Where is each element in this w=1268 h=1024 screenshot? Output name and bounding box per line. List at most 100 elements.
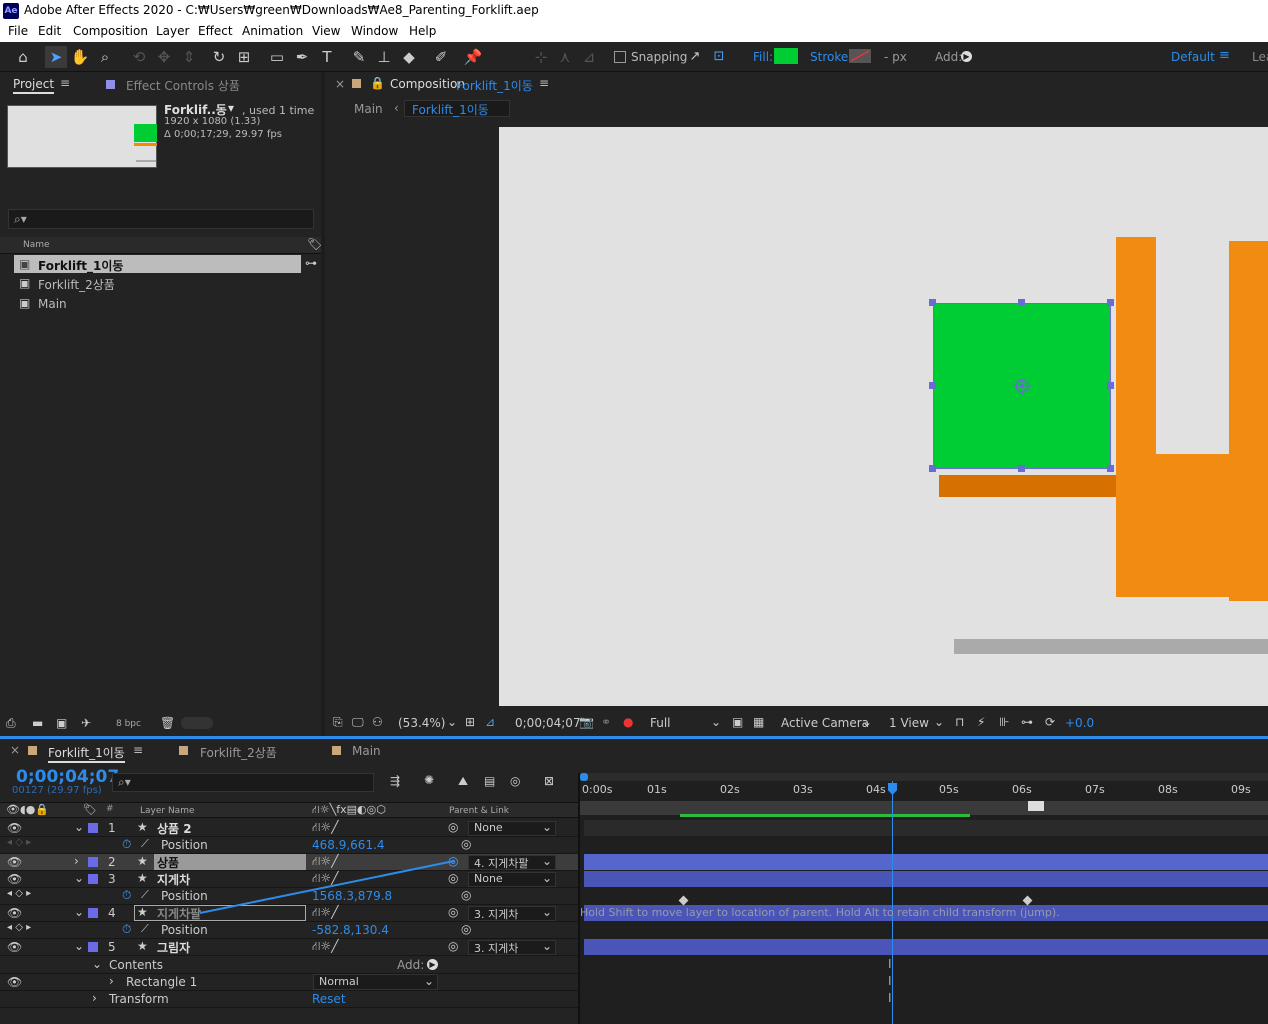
chevron-down-icon[interactable]: ⌄ — [862, 715, 872, 729]
stroke-label[interactable]: Stroke: — [810, 50, 852, 64]
bit-depth[interactable]: 8 bpc — [116, 719, 141, 729]
handle[interactable] — [929, 299, 936, 306]
menu-effect[interactable]: Effect — [198, 24, 233, 38]
handle[interactable] — [929, 382, 936, 389]
menu-window[interactable]: Window — [351, 24, 398, 38]
vr-icon[interactable]: ⚇ — [372, 715, 383, 729]
puppet-pin-tool-icon[interactable]: 📌 — [462, 46, 484, 68]
anchor-point-icon[interactable] — [1012, 376, 1032, 396]
time-ruler[interactable]: 0:00s 01s 02s 03s 04s 05s 06s 07s 08s 09s — [580, 781, 1268, 801]
channel-icon[interactable]: ● — [623, 715, 633, 729]
work-area-bar[interactable] — [580, 773, 1268, 781]
crumb-current[interactable]: Forklift_1이동 — [412, 101, 489, 118]
layer-duration-bar[interactable] — [584, 854, 1268, 870]
col-name[interactable]: Name — [23, 240, 50, 250]
interpret-footage-icon[interactable]: ⎙ — [6, 716, 16, 731]
label-tag-icon[interactable]: 🏷 — [307, 237, 322, 251]
fill-swatch[interactable] — [774, 48, 798, 64]
chevron-down-icon[interactable]: ⌄ — [711, 715, 721, 729]
add-play-icon[interactable]: ▶ — [961, 51, 972, 62]
transparency-grid-icon[interactable]: ▦ — [753, 715, 764, 729]
handle[interactable] — [1018, 465, 1025, 472]
workspace-next[interactable]: Lea — [1252, 50, 1268, 64]
handle[interactable] — [1018, 299, 1025, 306]
workspace-menu-icon[interactable]: ≡ — [1219, 48, 1230, 63]
close-tab-icon[interactable]: × — [335, 77, 345, 91]
eraser-tool-icon[interactable]: ◆ — [398, 46, 420, 68]
comp-tab-name[interactable]: Forklift_1이동 — [456, 77, 533, 94]
snapping-checkbox[interactable] — [614, 51, 626, 63]
stroke-swatch[interactable] — [848, 48, 872, 64]
project-item-forklift1[interactable]: Forklift_1이동 — [38, 257, 123, 274]
toggle-pixel-icon[interactable]: ⊓ — [955, 715, 964, 729]
camera-select[interactable]: Active Camera — [781, 716, 869, 730]
project-settings-icon[interactable]: ✈ — [81, 716, 91, 730]
comp-tab-prefix[interactable]: Composition — [390, 77, 465, 91]
forklift-fork-shape[interactable] — [939, 475, 1119, 497]
snap-edge-icon[interactable]: ↗ — [684, 46, 706, 68]
brush-tool-icon[interactable]: ✎ — [348, 46, 370, 68]
layer-duration-bar[interactable] — [584, 871, 1268, 887]
chevron-down-icon[interactable]: ⌄ — [447, 715, 457, 729]
flowchart-icon[interactable]: ⊶ — [305, 256, 317, 270]
home-icon[interactable]: ⌂ — [12, 46, 34, 68]
world-axis-icon[interactable]: ⋏ — [554, 46, 576, 68]
view-layout-select[interactable]: 1 View — [889, 716, 929, 730]
mask-visibility-icon[interactable]: ⊿ — [485, 715, 495, 729]
project-search-input[interactable]: ⌕▾ — [8, 209, 314, 229]
menu-composition[interactable]: Composition — [73, 24, 148, 38]
handle[interactable] — [929, 465, 936, 472]
safe-zones-icon[interactable]: ⊞ — [465, 715, 475, 729]
type-tool-icon[interactable]: T — [316, 46, 338, 68]
roto-brush-tool-icon[interactable]: ✐ — [430, 46, 452, 68]
layer-duration-bar[interactable] — [584, 939, 1268, 955]
menu-layer[interactable]: Layer — [156, 24, 189, 38]
keyframe-icon[interactable] — [1022, 895, 1033, 906]
view-axis-icon[interactable]: ⊿ — [578, 46, 600, 68]
handle[interactable] — [1107, 299, 1114, 306]
snap-feature-icon[interactable]: ⊡ — [708, 46, 730, 68]
monitor-icon[interactable]: 🖵 — [352, 715, 364, 730]
selection-tool-icon[interactable]: ➤ — [45, 46, 67, 68]
resolution-select[interactable]: Full — [650, 716, 671, 730]
project-item-forklift2[interactable]: Forklift_2상품 — [38, 276, 115, 293]
dolly-tool-icon[interactable]: ⇕ — [178, 46, 200, 68]
anchor-tool-icon[interactable]: ⊞ — [233, 46, 255, 68]
comp-dropdown-icon[interactable]: ▾ — [228, 101, 234, 115]
marker-icon[interactable] — [1028, 801, 1044, 811]
rotation-tool-icon[interactable]: ↻ — [208, 46, 230, 68]
project-menu-icon[interactable]: ≡ — [60, 76, 70, 90]
rectangle-tool-icon[interactable]: ▭ — [266, 46, 288, 68]
handle[interactable] — [1107, 382, 1114, 389]
layer-duration-bar[interactable] — [584, 820, 1268, 836]
trash-icon[interactable]: 🗑 — [160, 716, 175, 730]
crumb-main[interactable]: Main — [354, 102, 383, 116]
time-graph[interactable]: 0:00s 01s 02s 03s 04s 05s 06s 07s 08s 09s III — [580, 773, 1268, 1024]
zoom-tool-icon[interactable]: ⌕ — [94, 46, 116, 68]
hand-tool-icon[interactable]: ✋ — [69, 46, 91, 68]
keyframe-icon[interactable] — [678, 895, 689, 906]
new-folder-icon[interactable]: ▬ — [32, 716, 43, 730]
roi-icon[interactable]: ▣ — [732, 715, 743, 729]
lock-icon[interactable]: 🔒 — [370, 76, 385, 90]
forklift-body[interactable] — [1116, 454, 1268, 597]
menu-file[interactable]: File — [8, 24, 28, 38]
viewer-timecode[interactable]: 0;00;04;07 — [515, 716, 581, 730]
show-snapshot-icon[interactable]: ⚭ — [601, 715, 611, 729]
menu-animation[interactable]: Animation — [242, 24, 303, 38]
menu-edit[interactable]: Edit — [38, 24, 61, 38]
timeline-icon[interactable]: ⊪ — [999, 715, 1009, 729]
tab-effect-controls[interactable]: Effect Controls 상품 — [126, 77, 240, 94]
zoom-level[interactable]: (53.4%) — [398, 716, 445, 730]
local-axis-icon[interactable]: ⊹ — [530, 46, 552, 68]
menu-help[interactable]: Help — [409, 24, 436, 38]
menu-view[interactable]: View — [312, 24, 340, 38]
pen-tool-icon[interactable]: ✒ — [291, 46, 313, 68]
fill-label[interactable]: Fill: — [753, 50, 773, 64]
playhead-line[interactable] — [892, 781, 893, 1024]
exposure-value[interactable]: +0.0 — [1065, 716, 1094, 730]
handle[interactable] — [1107, 465, 1114, 472]
chevron-down-icon[interactable]: ⌄ — [934, 715, 944, 729]
always-preview-icon[interactable]: ⎘ — [333, 715, 343, 730]
clone-stamp-tool-icon[interactable]: ⊥ — [373, 46, 395, 68]
